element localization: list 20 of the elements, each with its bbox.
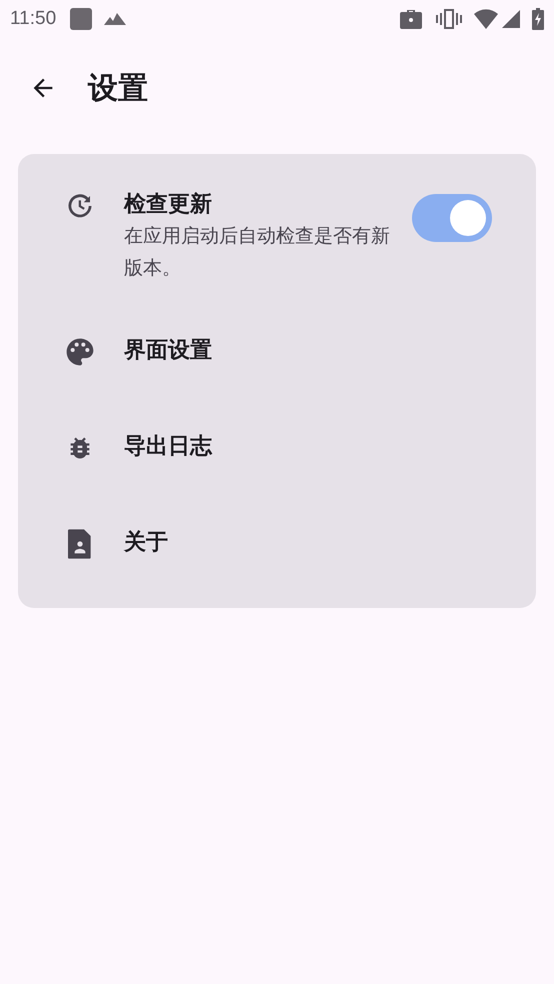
- mountain-icon: [104, 13, 126, 25]
- settings-item[interactable]: 导出日志: [18, 400, 536, 496]
- item-title: 导出日志: [124, 433, 214, 461]
- palette-icon: [64, 336, 96, 368]
- signal-icon: [502, 10, 520, 28]
- briefcase-icon: [400, 9, 422, 29]
- page-title: 设置: [88, 70, 148, 108]
- wifi-icon: [474, 9, 498, 29]
- notification-square-icon: [70, 8, 92, 30]
- settings-item[interactable]: 关于: [18, 496, 536, 592]
- battery-icon: [532, 8, 544, 30]
- toggle-switch[interactable]: [412, 194, 492, 242]
- settings-item[interactable]: 检查更新 在应用启动后自动检查是否有新版本。: [18, 170, 536, 304]
- item-subtitle: 在应用启动后自动检查是否有新版本。: [124, 224, 391, 281]
- settings-item[interactable]: 界面设置: [18, 304, 536, 400]
- status-time: 11:50: [10, 6, 56, 31]
- item-title: 关于: [124, 529, 169, 557]
- vibrate-icon: [436, 8, 462, 30]
- item-title: 检查更新: [124, 191, 213, 219]
- item-title: 界面设置: [124, 337, 213, 365]
